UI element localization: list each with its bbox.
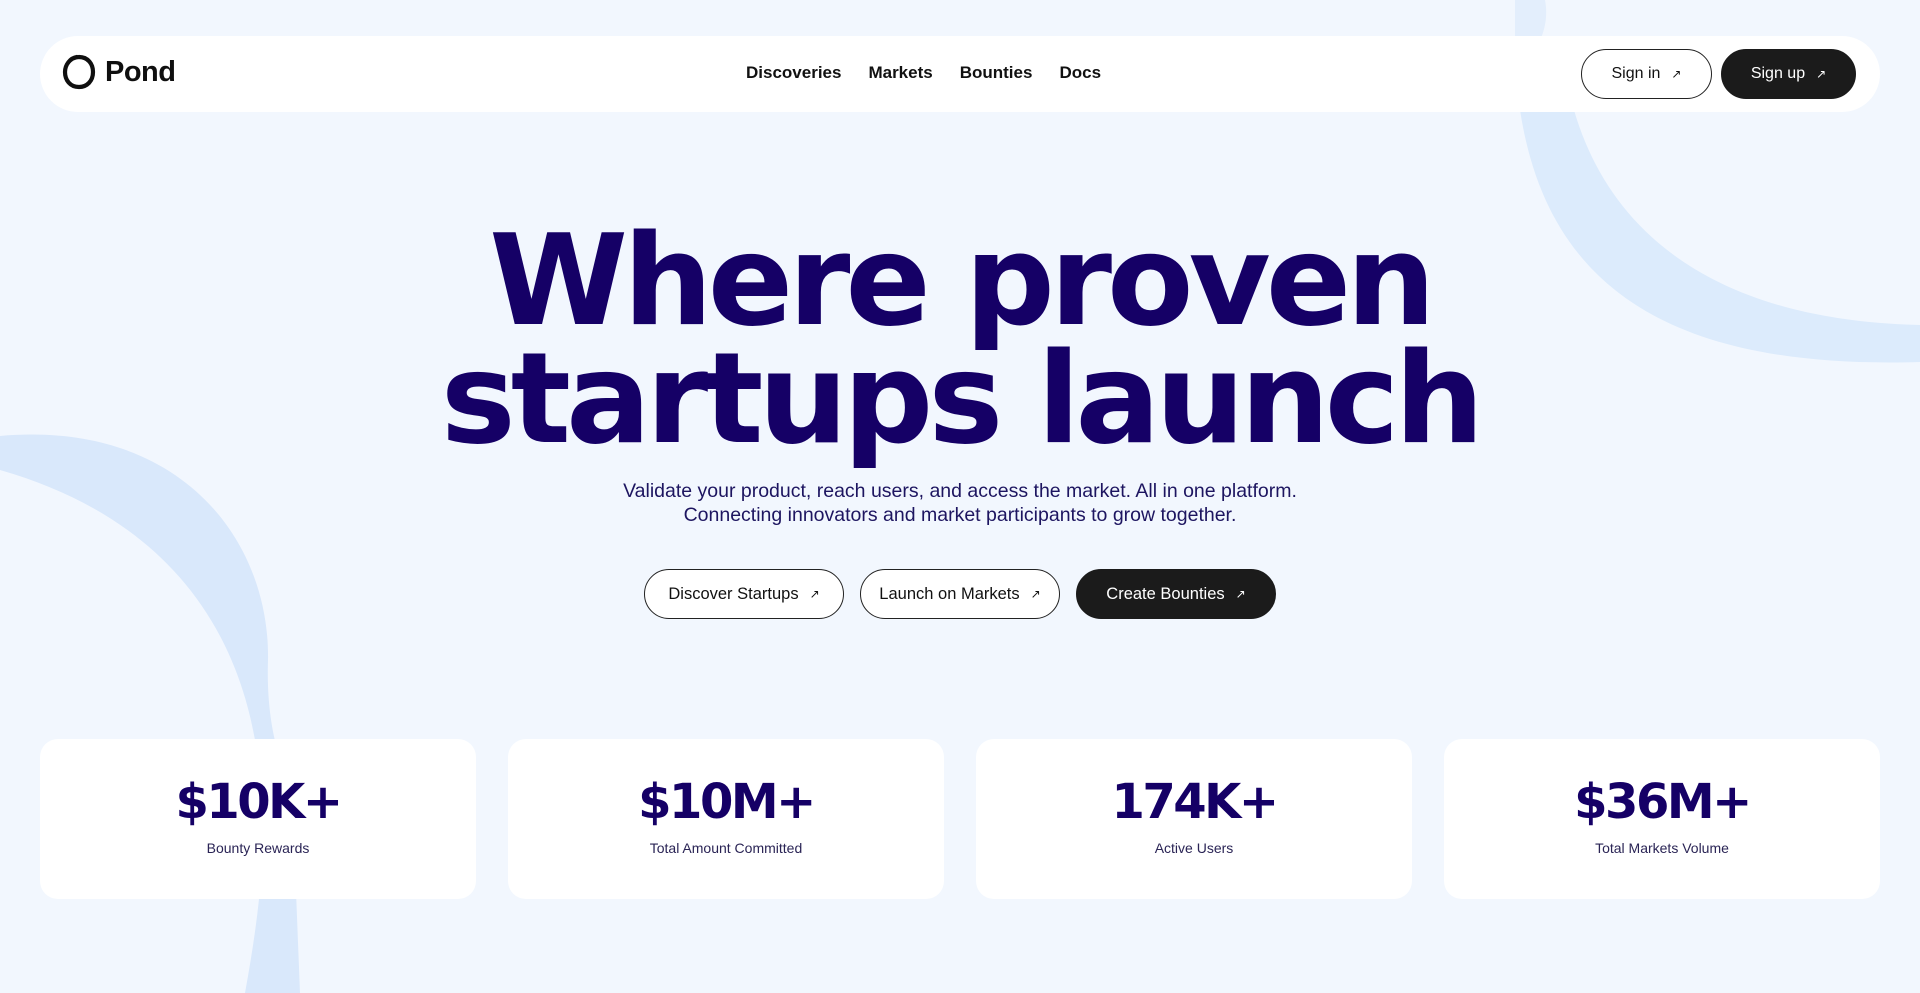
arrow-up-right-icon: ↗	[1671, 67, 1682, 81]
sign-up-label: Sign up	[1750, 65, 1806, 82]
nav-link-markets[interactable]: Markets	[868, 63, 932, 83]
stat-value: $36M+	[1574, 774, 1752, 830]
stat-value: 174K+	[1111, 774, 1279, 830]
create-bounties-button[interactable]: Create Bounties ↗	[1076, 569, 1276, 619]
discover-startups-label: Discover Startups	[668, 584, 799, 603]
brand-name: Pond	[105, 55, 176, 88]
sign-in-label: Sign in	[1611, 65, 1661, 82]
arrow-up-right-icon: ↗	[1816, 67, 1827, 81]
hero-subtitle-line-1: Validate your product, reach users, and …	[623, 480, 1297, 502]
stat-label: Bounty Rewards	[206, 840, 310, 856]
discover-startups-button[interactable]: Discover Startups ↗	[644, 569, 844, 619]
launch-on-markets-button[interactable]: Launch on Markets ↗	[860, 569, 1060, 619]
stat-label: Total Amount Committed	[649, 840, 803, 856]
stat-value: $10M+	[638, 774, 816, 830]
stat-card-active-users: 174K+ Active Users	[976, 739, 1412, 899]
stats-row: $10K+ Bounty Rewards $10M+ Total Amount …	[40, 739, 1880, 899]
hero-cta-group: Discover Startups ↗ Launch on Markets ↗ …	[644, 569, 1276, 619]
hero-subtitle-line-2: Connecting innovators and market partici…	[683, 504, 1237, 526]
create-bounties-label: Create Bounties	[1106, 584, 1225, 603]
stat-card-total-committed: $10M+ Total Amount Committed	[508, 739, 944, 899]
stat-label: Total Markets Volume	[1595, 840, 1729, 856]
nav-link-docs[interactable]: Docs	[1059, 63, 1101, 83]
stat-card-bounty-rewards: $10K+ Bounty Rewards	[40, 739, 476, 899]
stat-card-markets-volume: $36M+ Total Markets Volume	[1444, 739, 1880, 899]
nav-link-bounties[interactable]: Bounties	[960, 63, 1033, 83]
arrow-up-right-icon: ↗	[809, 587, 820, 601]
stat-value: $10K+	[175, 774, 343, 830]
main-nav: Discoveries Markets Bounties Docs	[746, 63, 1101, 83]
pond-ring-icon	[62, 54, 96, 90]
arrow-up-right-icon: ↗	[1030, 587, 1041, 601]
stat-label: Active Users	[1154, 840, 1234, 856]
top-navbar: Pond Discoveries Markets Bounties Docs S…	[40, 36, 1880, 112]
auth-actions: Sign in ↗ Sign up ↗	[1581, 49, 1856, 99]
nav-link-discoveries[interactable]: Discoveries	[746, 63, 841, 83]
sign-up-button[interactable]: Sign up ↗	[1721, 49, 1856, 99]
arrow-up-right-icon: ↗	[1235, 587, 1246, 601]
sign-in-button[interactable]: Sign in ↗	[1581, 49, 1712, 99]
hero-title-line-2: startups launch	[440, 325, 1484, 472]
launch-on-markets-label: Launch on Markets	[879, 584, 1020, 603]
brand-logo[interactable]: Pond	[62, 54, 176, 90]
